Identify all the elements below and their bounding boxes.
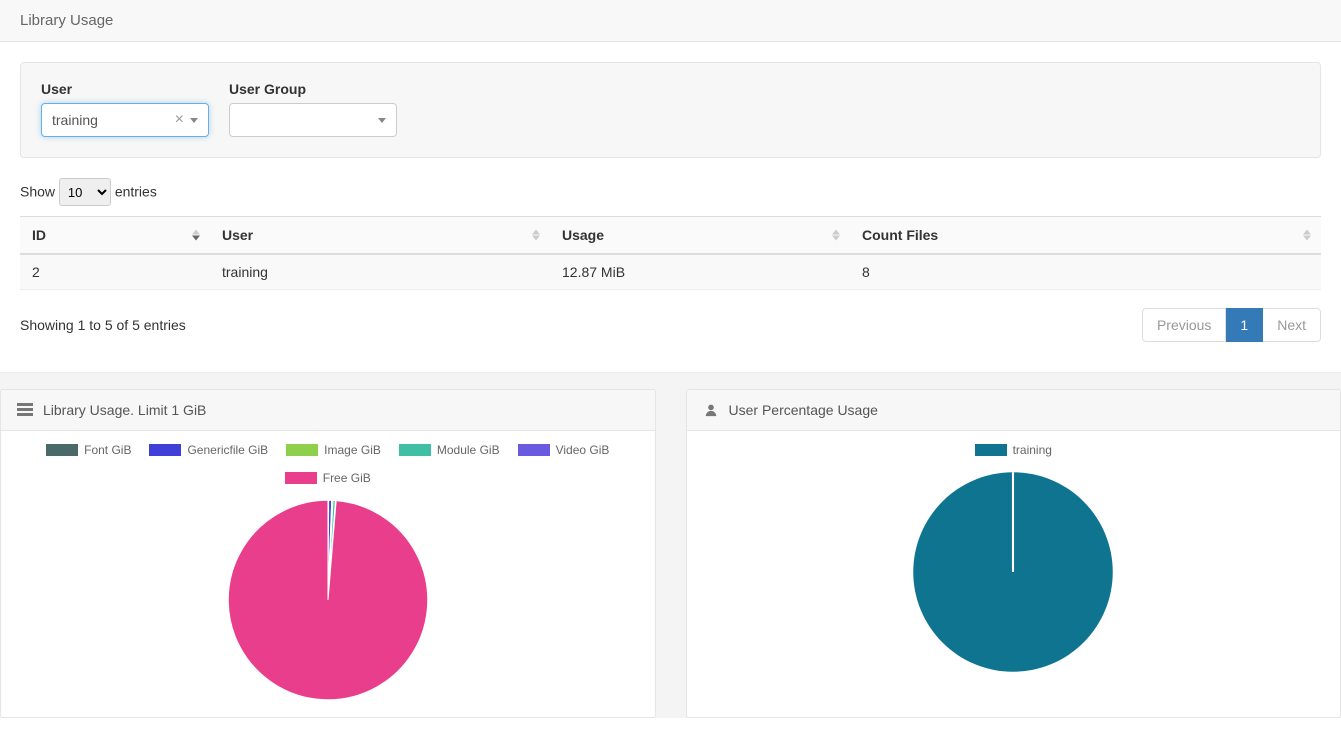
cell-user: training <box>210 254 550 290</box>
legend-label: Video GiB <box>556 443 610 457</box>
page-size-select[interactable]: 102550100 <box>59 178 111 206</box>
legend-swatch <box>399 444 431 456</box>
col-usage-label: Usage <box>562 227 604 243</box>
user-group-filter-label: User Group <box>229 81 397 97</box>
user-group-filter-group: User Group <box>229 81 397 137</box>
sort-icon <box>1303 230 1311 241</box>
legend-item[interactable]: Module GiB <box>399 443 500 457</box>
col-user-label: User <box>222 227 253 243</box>
legend-swatch <box>975 444 1007 456</box>
chart-library-usage-pie <box>218 495 438 705</box>
table-info: Showing 1 to 5 of 5 entries <box>20 317 186 333</box>
cell-count: 8 <box>850 254 1321 290</box>
legend-label: Free GiB <box>323 471 371 485</box>
chart-user-percentage: User Percentage Usage training <box>686 389 1341 718</box>
legend-item[interactable]: training <box>975 443 1052 457</box>
legend-item[interactable]: Font GiB <box>46 443 131 457</box>
legend-swatch <box>518 444 550 456</box>
chart-user-percentage-header: User Percentage Usage <box>687 390 1341 431</box>
pagination-page-1[interactable]: 1 <box>1226 308 1263 342</box>
legend-label: training <box>1013 443 1052 457</box>
chart-library-usage: Library Usage. Limit 1 GiB Font GiB Gener… <box>0 389 656 718</box>
legend-swatch <box>286 444 318 456</box>
legend-item[interactable]: Video GiB <box>518 443 610 457</box>
user-filter-label: User <box>41 81 209 97</box>
pagination-prev[interactable]: Previous <box>1142 308 1226 342</box>
col-usage[interactable]: Usage <box>550 217 850 255</box>
table-row: 2training12.87 MiB8 <box>20 254 1321 290</box>
entries-label: entries <box>115 184 157 200</box>
filter-panel: User training × User Group <box>20 62 1321 158</box>
user-select-clear-icon[interactable]: × <box>175 111 184 129</box>
legend-label: Font GiB <box>84 443 131 457</box>
col-count[interactable]: Count Files <box>850 217 1321 255</box>
legend-item[interactable]: Genericfile GiB <box>149 443 268 457</box>
pagination: Previous 1 Next <box>1142 308 1321 342</box>
chevron-down-icon <box>190 118 198 123</box>
sort-icon <box>532 230 540 241</box>
cell-id: 2 <box>20 254 210 290</box>
legend-label: Genericfile GiB <box>187 443 268 457</box>
legend-swatch <box>149 444 181 456</box>
bars-icon <box>17 403 33 417</box>
chart-user-percentage-title: User Percentage Usage <box>729 402 878 418</box>
show-label: Show <box>20 184 55 200</box>
user-group-select[interactable] <box>229 103 397 137</box>
pagination-next[interactable]: Next <box>1263 308 1321 342</box>
sort-icon <box>192 230 200 241</box>
table-footer: Showing 1 to 5 of 5 entries Previous 1 N… <box>0 290 1341 372</box>
legend-label: Image GiB <box>324 443 381 457</box>
user-filter-group: User training × <box>41 81 209 137</box>
chart-library-usage-title: Library Usage. Limit 1 GiB <box>43 402 206 418</box>
col-id[interactable]: ID <box>20 217 210 255</box>
chart-library-usage-legend: Font GiB Genericfile GiB Image GiB Module G… <box>17 443 639 485</box>
sort-icon <box>832 230 840 241</box>
charts-row: Library Usage. Limit 1 GiB Font GiB Gener… <box>0 372 1341 718</box>
user-icon <box>703 403 719 417</box>
user-select-value: training <box>52 112 175 128</box>
col-user[interactable]: User <box>210 217 550 255</box>
page-title: Library Usage <box>0 0 1341 42</box>
chevron-down-icon <box>378 118 386 123</box>
legend-item[interactable]: Image GiB <box>286 443 381 457</box>
cell-usage: 12.87 MiB <box>550 254 850 290</box>
chart-user-percentage-pie <box>903 467 1123 677</box>
table-length-control: Show 102550100 entries <box>0 178 1341 216</box>
col-id-label: ID <box>32 227 46 243</box>
col-count-label: Count Files <box>862 227 938 243</box>
user-select[interactable]: training × <box>41 103 209 137</box>
legend-swatch <box>285 472 317 484</box>
chart-user-percentage-legend: training <box>703 443 1325 457</box>
legend-label: Module GiB <box>437 443 500 457</box>
chart-library-usage-header: Library Usage. Limit 1 GiB <box>1 390 655 431</box>
usage-table: ID User Usage Count Files 2training12.87… <box>20 216 1321 290</box>
legend-item[interactable]: Free GiB <box>285 471 371 485</box>
legend-swatch <box>46 444 78 456</box>
